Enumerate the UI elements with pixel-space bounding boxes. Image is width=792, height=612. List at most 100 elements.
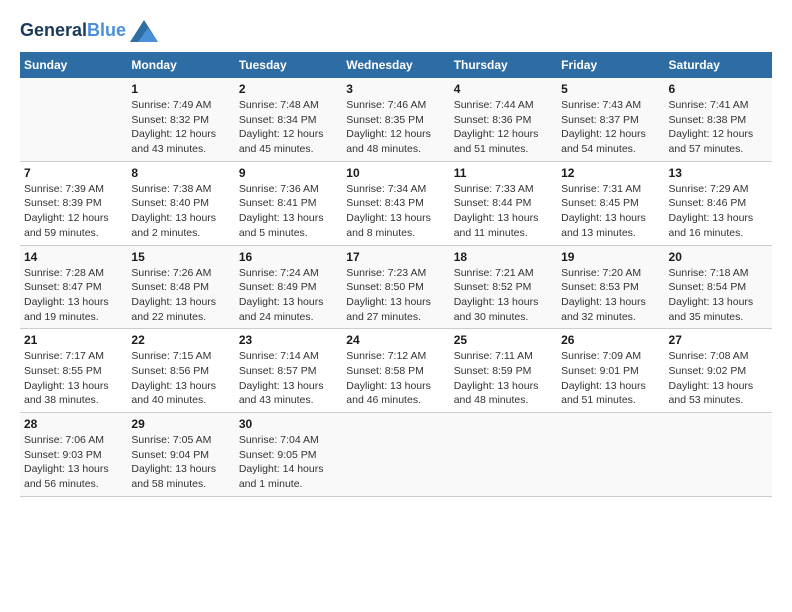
calendar-cell — [20, 78, 127, 161]
calendar-cell: 9Sunrise: 7:36 AM Sunset: 8:41 PM Daylig… — [235, 161, 342, 245]
calendar-cell: 15Sunrise: 7:26 AM Sunset: 8:48 PM Dayli… — [127, 245, 234, 329]
day-info: Sunrise: 7:48 AM Sunset: 8:34 PM Dayligh… — [239, 98, 338, 157]
day-number: 26 — [561, 333, 660, 347]
day-info: Sunrise: 7:14 AM Sunset: 8:57 PM Dayligh… — [239, 349, 338, 408]
day-info: Sunrise: 7:05 AM Sunset: 9:04 PM Dayligh… — [131, 433, 230, 492]
calendar-table: SundayMondayTuesdayWednesdayThursdayFrid… — [20, 52, 772, 497]
calendar-cell: 24Sunrise: 7:12 AM Sunset: 8:58 PM Dayli… — [342, 329, 449, 413]
week-row-5: 28 Sunrise: 7:06 AM Sunset: 9:03 PM Dayli… — [20, 413, 772, 497]
day-number: 28 — [24, 417, 123, 431]
calendar-cell: 10 Sunrise: 7:34 AM Sunset: 8:43 PM Dayli… — [342, 161, 449, 245]
day-info: Sunrise: 7:18 AM Sunset: 8:54 PM Dayligh… — [669, 266, 768, 325]
calendar-cell: 29 Sunrise: 7:05 AM Sunset: 9:04 PM Dayli… — [127, 413, 234, 497]
day-number: 12 — [561, 166, 660, 180]
day-number: 19 — [561, 250, 660, 264]
calendar-cell: 7 Sunrise: 7:39 AM Sunset: 8:39 PM Daylig… — [20, 161, 127, 245]
day-number: 9 — [239, 166, 338, 180]
logo: GeneralBlue — [20, 20, 158, 42]
column-header-wednesday: Wednesday — [342, 52, 449, 78]
day-number: 1 — [131, 82, 230, 96]
day-number: 29 — [131, 417, 230, 431]
column-header-tuesday: Tuesday — [235, 52, 342, 78]
header-row: SundayMondayTuesdayWednesdayThursdayFrid… — [20, 52, 772, 78]
day-number: 4 — [454, 82, 553, 96]
day-info: Sunrise: 7:23 AM Sunset: 8:50 PM Dayligh… — [346, 266, 445, 325]
day-number: 5 — [561, 82, 660, 96]
calendar-cell: 13 Sunrise: 7:29 AM Sunset: 8:46 PM Dayli… — [665, 161, 772, 245]
calendar-cell: 20 Sunrise: 7:18 AM Sunset: 8:54 PM Dayli… — [665, 245, 772, 329]
day-number: 21 — [24, 333, 123, 347]
calendar-cell — [557, 413, 664, 497]
day-number: 7 — [24, 166, 123, 180]
day-info: Sunrise: 7:09 AM Sunset: 9:01 PM Dayligh… — [561, 349, 660, 408]
day-info: Sunrise: 7:41 AM Sunset: 8:38 PM Dayligh… — [669, 98, 768, 157]
day-number: 18 — [454, 250, 553, 264]
day-number: 8 — [131, 166, 230, 180]
day-number: 30 — [239, 417, 338, 431]
day-info: Sunrise: 7:06 AM Sunset: 9:03 PM Dayligh… — [24, 433, 123, 492]
calendar-cell: 8 Sunrise: 7:38 AM Sunset: 8:40 PM Daylig… — [127, 161, 234, 245]
calendar-cell: 11Sunrise: 7:33 AM Sunset: 8:44 PM Dayli… — [450, 161, 557, 245]
column-header-monday: Monday — [127, 52, 234, 78]
day-info: Sunrise: 7:20 AM Sunset: 8:53 PM Dayligh… — [561, 266, 660, 325]
calendar-cell: 30 Sunrise: 7:04 AM Sunset: 9:05 PM Dayli… — [235, 413, 342, 497]
column-header-thursday: Thursday — [450, 52, 557, 78]
week-row-4: 21Sunrise: 7:17 AM Sunset: 8:55 PM Dayli… — [20, 329, 772, 413]
calendar-cell — [342, 413, 449, 497]
day-number: 24 — [346, 333, 445, 347]
calendar-cell: 6 Sunrise: 7:41 AM Sunset: 8:38 PM Daylig… — [665, 78, 772, 161]
column-header-saturday: Saturday — [665, 52, 772, 78]
calendar-cell: 17 Sunrise: 7:23 AM Sunset: 8:50 PM Dayli… — [342, 245, 449, 329]
week-row-2: 7 Sunrise: 7:39 AM Sunset: 8:39 PM Daylig… — [20, 161, 772, 245]
day-number: 2 — [239, 82, 338, 96]
day-info: Sunrise: 7:44 AM Sunset: 8:36 PM Dayligh… — [454, 98, 553, 157]
day-info: Sunrise: 7:11 AM Sunset: 8:59 PM Dayligh… — [454, 349, 553, 408]
calendar-cell: 19 Sunrise: 7:20 AM Sunset: 8:53 PM Dayli… — [557, 245, 664, 329]
logo-icon — [130, 20, 158, 42]
day-number: 27 — [669, 333, 768, 347]
calendar-cell — [450, 413, 557, 497]
day-number: 16 — [239, 250, 338, 264]
calendar-cell: 27Sunrise: 7:08 AM Sunset: 9:02 PM Dayli… — [665, 329, 772, 413]
logo-text: GeneralBlue — [20, 21, 126, 41]
calendar-cell: 26 Sunrise: 7:09 AM Sunset: 9:01 PM Dayli… — [557, 329, 664, 413]
day-number: 23 — [239, 333, 338, 347]
calendar-cell — [665, 413, 772, 497]
column-header-friday: Friday — [557, 52, 664, 78]
day-info: Sunrise: 7:31 AM Sunset: 8:45 PM Dayligh… — [561, 182, 660, 241]
calendar-cell: 12 Sunrise: 7:31 AM Sunset: 8:45 PM Dayli… — [557, 161, 664, 245]
calendar-cell: 14Sunrise: 7:28 AM Sunset: 8:47 PM Dayli… — [20, 245, 127, 329]
day-info: Sunrise: 7:28 AM Sunset: 8:47 PM Dayligh… — [24, 266, 123, 325]
calendar-cell: 5 Sunrise: 7:43 AM Sunset: 8:37 PM Daylig… — [557, 78, 664, 161]
day-info: Sunrise: 7:26 AM Sunset: 8:48 PM Dayligh… — [131, 266, 230, 325]
day-number: 17 — [346, 250, 445, 264]
calendar-cell: 22Sunrise: 7:15 AM Sunset: 8:56 PM Dayli… — [127, 329, 234, 413]
day-info: Sunrise: 7:49 AM Sunset: 8:32 PM Dayligh… — [131, 98, 230, 157]
day-info: Sunrise: 7:29 AM Sunset: 8:46 PM Dayligh… — [669, 182, 768, 241]
week-row-1: 1 Sunrise: 7:49 AM Sunset: 8:32 PM Daylig… — [20, 78, 772, 161]
calendar-cell: 16Sunrise: 7:24 AM Sunset: 8:49 PM Dayli… — [235, 245, 342, 329]
calendar-cell: 3Sunrise: 7:46 AM Sunset: 8:35 PM Daylig… — [342, 78, 449, 161]
week-row-3: 14Sunrise: 7:28 AM Sunset: 8:47 PM Dayli… — [20, 245, 772, 329]
day-info: Sunrise: 7:04 AM Sunset: 9:05 PM Dayligh… — [239, 433, 338, 492]
day-info: Sunrise: 7:15 AM Sunset: 8:56 PM Dayligh… — [131, 349, 230, 408]
day-number: 25 — [454, 333, 553, 347]
day-info: Sunrise: 7:43 AM Sunset: 8:37 PM Dayligh… — [561, 98, 660, 157]
day-number: 20 — [669, 250, 768, 264]
day-number: 10 — [346, 166, 445, 180]
day-info: Sunrise: 7:39 AM Sunset: 8:39 PM Dayligh… — [24, 182, 123, 241]
day-info: Sunrise: 7:38 AM Sunset: 8:40 PM Dayligh… — [131, 182, 230, 241]
day-number: 13 — [669, 166, 768, 180]
calendar-cell: 23 Sunrise: 7:14 AM Sunset: 8:57 PM Dayli… — [235, 329, 342, 413]
calendar-cell: 4 Sunrise: 7:44 AM Sunset: 8:36 PM Daylig… — [450, 78, 557, 161]
day-number: 6 — [669, 82, 768, 96]
calendar-cell: 25 Sunrise: 7:11 AM Sunset: 8:59 PM Dayli… — [450, 329, 557, 413]
calendar-cell: 28 Sunrise: 7:06 AM Sunset: 9:03 PM Dayli… — [20, 413, 127, 497]
day-info: Sunrise: 7:34 AM Sunset: 8:43 PM Dayligh… — [346, 182, 445, 241]
day-number: 11 — [454, 166, 553, 180]
page-header: GeneralBlue — [20, 20, 772, 42]
column-header-sunday: Sunday — [20, 52, 127, 78]
day-info: Sunrise: 7:21 AM Sunset: 8:52 PM Dayligh… — [454, 266, 553, 325]
calendar-cell: 2 Sunrise: 7:48 AM Sunset: 8:34 PM Daylig… — [235, 78, 342, 161]
day-info: Sunrise: 7:46 AM Sunset: 8:35 PM Dayligh… — [346, 98, 445, 157]
